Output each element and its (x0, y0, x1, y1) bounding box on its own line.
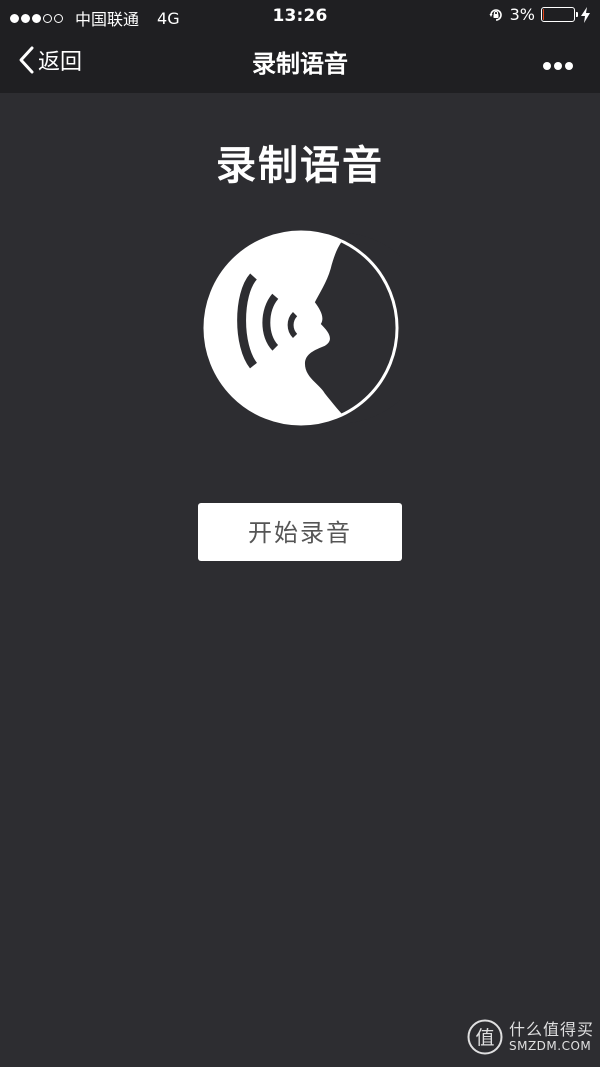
charging-bolt-icon (581, 6, 590, 23)
nav-title: 录制语音 (252, 50, 348, 78)
status-right: 3% (488, 5, 590, 24)
start-recording-button[interactable]: 开始录音 (198, 503, 402, 561)
smzdm-logo: 值 (467, 1019, 503, 1055)
battery-icon (541, 7, 578, 22)
watermark-cn: 什么值得买 (508, 1020, 594, 1040)
main-content: 录制语音 开始录音 值 什么值得买 SMZDM.COM (0, 93, 600, 1067)
more-button[interactable] (542, 56, 574, 75)
battery-percent: 3% (509, 5, 535, 24)
more-dots-icon (543, 62, 573, 70)
status-bar: 中国联通 4G 13:26 3% (0, 0, 600, 34)
nav-bar: 返回 录制语音 (0, 34, 600, 93)
top-chrome: 中国联通 4G 13:26 3% 返回 录制语音 (0, 0, 600, 93)
smzdm-logo-char: 值 (475, 1027, 494, 1049)
page-title: 录制语音 (216, 143, 384, 189)
voice-speaking-icon (203, 230, 400, 426)
watermark: 值 什么值得买 SMZDM.COM (467, 1019, 594, 1055)
watermark-en: SMZDM.COM (508, 1039, 592, 1054)
battery-level (543, 9, 544, 20)
orientation-lock-icon (489, 8, 502, 21)
watermark-text: 什么值得买 SMZDM.COM (509, 1020, 594, 1054)
